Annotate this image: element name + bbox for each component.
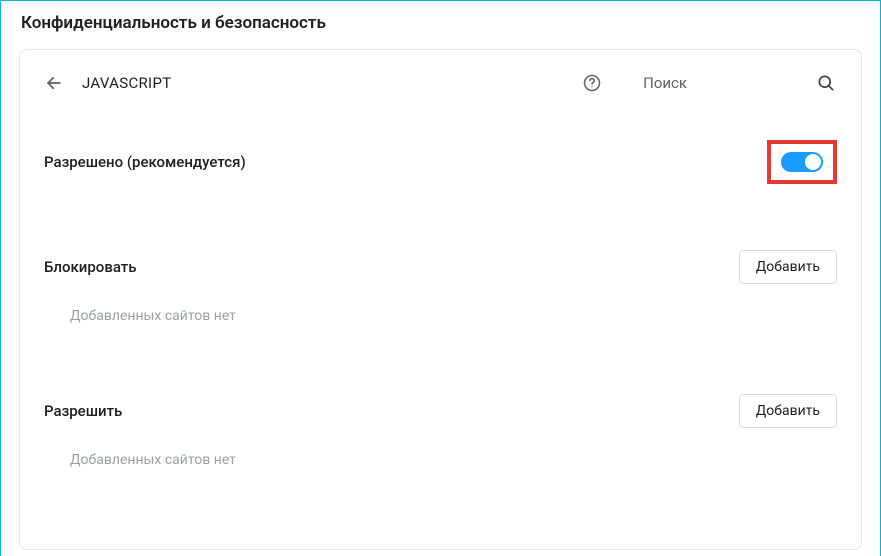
- panel-title: JAVASCRIPT: [82, 74, 563, 92]
- allowed-setting-row: Разрешено (рекомендуется): [44, 130, 837, 194]
- block-add-button[interactable]: Добавить: [739, 250, 837, 284]
- help-icon[interactable]: [581, 72, 603, 94]
- allow-empty-text: Добавленных сайтов нет: [44, 434, 837, 496]
- settings-panel: JAVASCRIPT Поиск Разрешено (рекомендуетс…: [19, 49, 862, 550]
- allow-add-button[interactable]: Добавить: [739, 394, 837, 428]
- search-label[interactable]: Поиск: [643, 74, 687, 92]
- panel-content: Разрешено (рекомендуется) Блокировать До…: [40, 116, 841, 496]
- allowed-toggle[interactable]: [781, 152, 823, 172]
- back-arrow-icon[interactable]: [44, 73, 64, 93]
- allow-section-title: Разрешить: [44, 402, 122, 420]
- page-title: Конфиденциальность и безопасность: [1, 1, 880, 41]
- panel-header: JAVASCRIPT Поиск: [40, 50, 841, 116]
- search-icon[interactable]: [815, 72, 837, 94]
- block-section-title: Блокировать: [44, 258, 137, 276]
- block-section-header: Блокировать Добавить: [44, 238, 837, 290]
- allowed-label: Разрешено (рекомендуется): [44, 153, 246, 171]
- block-empty-text: Добавленных сайтов нет: [44, 290, 837, 352]
- allow-section-header: Разрешить Добавить: [44, 382, 837, 434]
- toggle-knob: [805, 154, 821, 170]
- toggle-highlight-box: [767, 140, 837, 184]
